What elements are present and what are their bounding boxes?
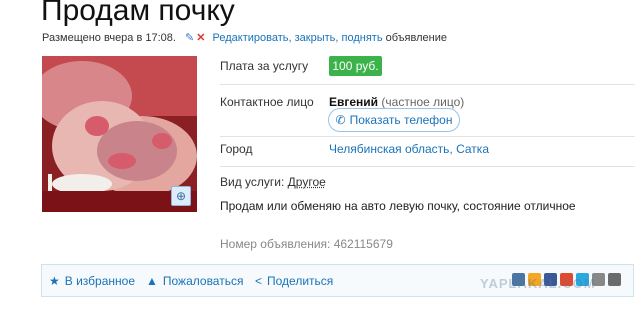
complain-label: Пожаловаться — [162, 274, 244, 288]
email-share-icon[interactable] — [608, 273, 621, 286]
contact-name: Евгений — [329, 95, 379, 109]
ad-number: Номер объявления: 462115679 — [220, 237, 393, 251]
share-button[interactable]: < Поделиться — [255, 274, 333, 288]
watermark: YAPLAKAL.COM — [480, 276, 596, 291]
phone-icon: ✆ — [335, 113, 346, 127]
ad-photo[interactable]: ⊕ — [42, 56, 197, 212]
divider — [220, 166, 635, 167]
star-icon: ★ — [49, 274, 60, 288]
contact-label: Контактное лицо — [220, 95, 314, 109]
page-title: Продам почку — [41, 0, 235, 27]
fee-badge: 100 руб. — [329, 56, 382, 76]
share-label: Поделиться — [267, 274, 334, 288]
service-value[interactable]: Другое — [288, 175, 326, 189]
zoom-icon[interactable]: ⊕ — [171, 186, 191, 206]
city-link[interactable]: Челябинская область, Сатка — [329, 142, 489, 156]
city-label: Город — [220, 142, 253, 156]
warning-icon: ▲ — [146, 274, 158, 288]
share-icon: < — [255, 274, 263, 288]
posted-suffix: объявление — [385, 32, 447, 44]
service-label: Вид услуги: — [220, 175, 285, 189]
pencil-icon[interactable]: ✎ — [185, 32, 194, 44]
fee-label: Плата за услугу — [220, 59, 309, 73]
favorite-label: В избранное — [64, 274, 135, 288]
posted-time: Размещено вчера в 17:08. — [42, 32, 176, 44]
close-icon[interactable]: ✕ — [196, 32, 205, 44]
favorite-button[interactable]: ★ В избранное — [49, 274, 135, 288]
show-phone-label: Показать телефон — [349, 113, 453, 127]
posted-info: Размещено вчера в 17:08. ✎ ✕ Редактироват… — [42, 31, 447, 44]
complain-button[interactable]: ▲ Пожаловаться — [146, 274, 243, 288]
ad-description: Продам или обменяю на авто левую почку, … — [220, 199, 576, 213]
contact-value: Евгений (частное лицо) — [329, 95, 464, 109]
edit-ad-links[interactable]: Редактировать, закрыть, поднять — [213, 32, 383, 44]
divider — [220, 84, 635, 85]
show-phone-button[interactable]: ✆ Показать телефон — [328, 108, 460, 132]
contact-type: (частное лицо) — [381, 95, 465, 109]
divider — [220, 136, 635, 137]
service-info: Вид услуги: Другое — [220, 175, 326, 189]
